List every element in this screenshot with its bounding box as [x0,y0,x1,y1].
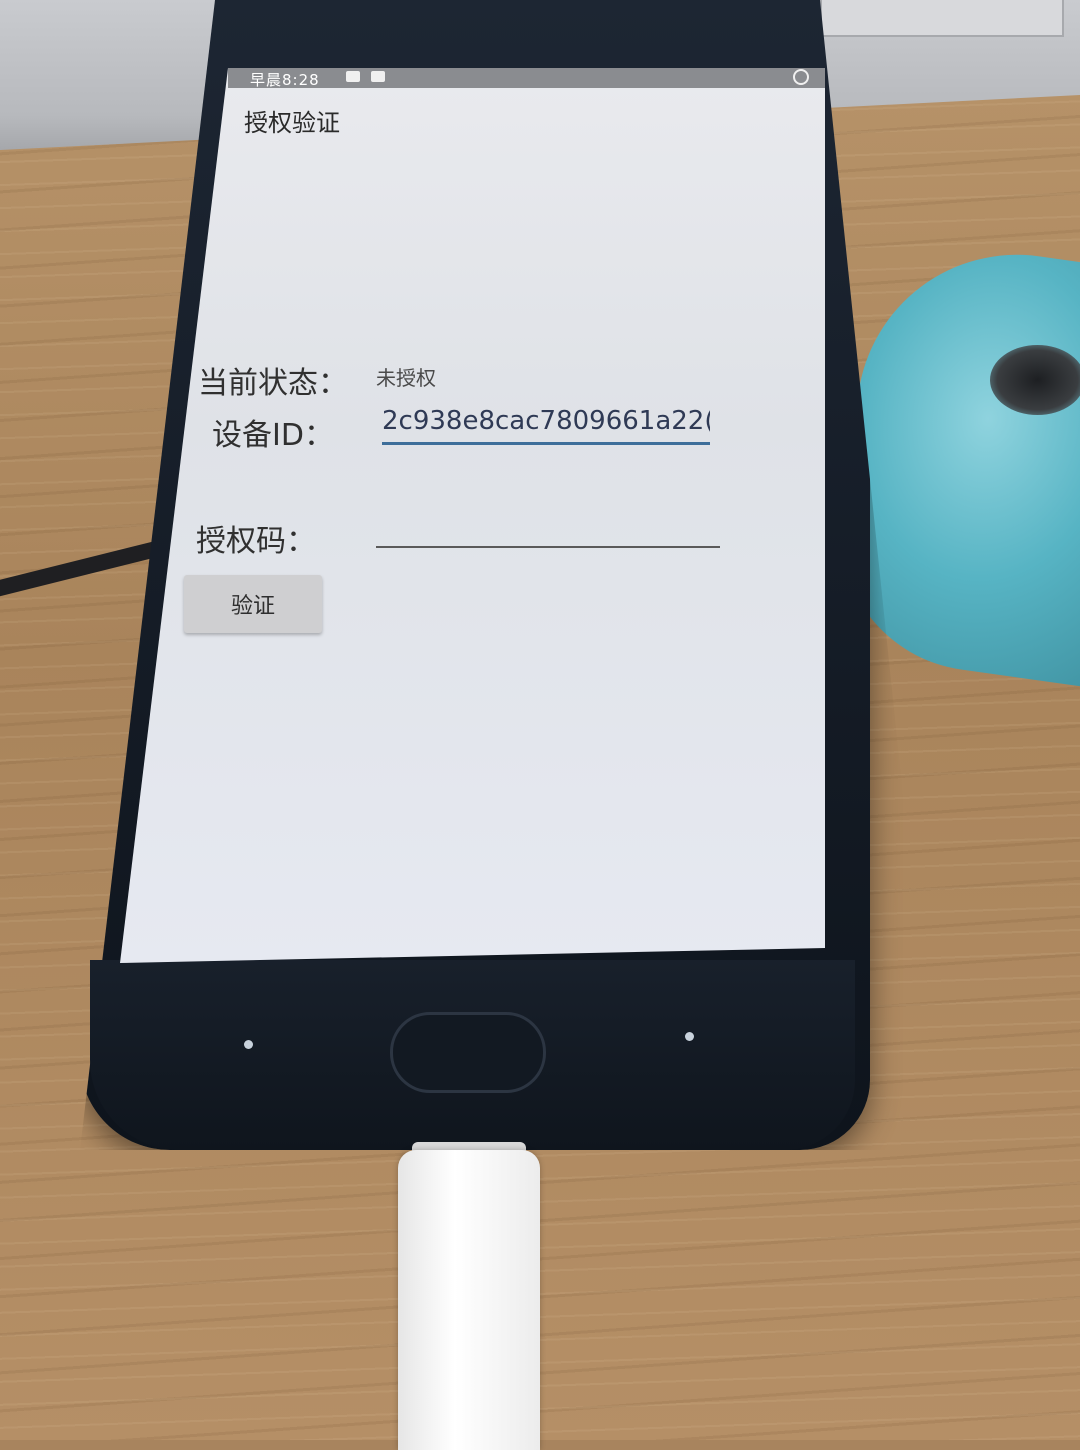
page-title: 授权验证 [244,109,340,137]
home-button[interactable] [390,1012,546,1093]
auth-code-label: 授权码： [196,524,316,559]
mouse-wheel [990,345,1080,415]
status-bar: 早晨8:28 [228,68,825,89]
device-id-field[interactable]: 2c938e8cac7809661a22( [382,406,710,445]
eye-icon [793,69,809,85]
status-time: 早晨8:28 [250,71,320,89]
notification-icon [346,71,360,82]
nav-dot-right [685,1032,694,1041]
phone-screen: 早晨8:28 授权验证 当前状态： 未授权 设备ID： 2c938e8cac78… [120,68,825,963]
status-label: 当前状态： [198,366,348,401]
laptop-key [820,0,1064,37]
device-id-label: 设备ID： [212,418,334,453]
notification-icon-2 [371,71,385,82]
usb-cable [398,1150,540,1450]
verify-button[interactable]: 验证 [184,575,322,633]
status-value: 未授权 [376,366,436,390]
auth-code-input[interactable] [376,512,720,548]
nav-dot-left [244,1040,253,1049]
